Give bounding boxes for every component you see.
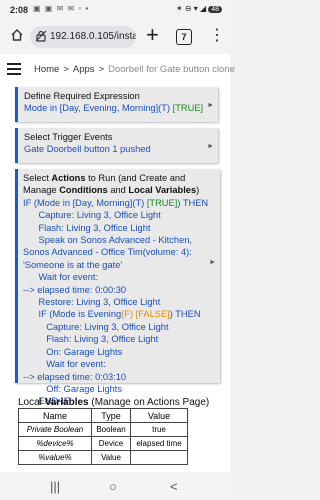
card-title: Select Actions to Run (and Create and Man…: [23, 173, 200, 196]
caret-right-icon: ►: [209, 259, 216, 266]
trigger-value: Gate Doorbell button 1 pushed: [24, 144, 151, 155]
tab-switcher-button[interactable]: 7: [176, 29, 192, 45]
back-button[interactable]: <: [170, 479, 178, 494]
local-variables-heading: Local Variables (Manage on Actions Page): [18, 397, 210, 408]
system-icons: ✶ ⊖ ▾ ◢ 48: [176, 4, 222, 13]
actions-list: IF (Mode in [Day, Morning](T) [TRUE]) TH…: [23, 197, 209, 407]
breadcrumb-current: Doorbell for Gate button clone: [108, 64, 235, 75]
required-expression-card[interactable]: Define Required Expression Mode in [Day,…: [15, 87, 218, 122]
breadcrumb-apps[interactable]: Apps: [73, 64, 95, 75]
table-row: %device% Device elapsed time: [18, 436, 188, 451]
expression-value: Mode in [Day, Evening, Morning](T) [TRUE…: [24, 103, 204, 114]
table-row: Private Boolean Boolean true: [18, 422, 188, 437]
battery-icon: 48: [208, 6, 222, 13]
card-title: Define Required Expression: [24, 91, 140, 101]
breadcrumb: Home > Apps > Doorbell for Gate button clone: [34, 64, 235, 75]
browser-menu-button[interactable]: ⋮: [209, 28, 225, 44]
caret-right-icon: ►: [207, 102, 214, 109]
url-bar[interactable]: 192.168.0.105/installedap: [30, 26, 136, 48]
status-bar: 2:08 ▣ ▣ ✉ ✉ ▫ • ✶ ⊖ ▾ ◢ 48: [0, 0, 230, 20]
system-navbar: ||| ○ <: [0, 472, 230, 500]
card-title: Select Trigger Events: [24, 132, 113, 142]
actions-card[interactable]: Select Actions to Run (and Create and Man…: [15, 169, 220, 406]
home-icon[interactable]: [10, 28, 24, 42]
trigger-events-card[interactable]: Select Trigger Events Gate Doorbell butt…: [15, 128, 218, 163]
notification-icons: ▣ ▣ ✉ ✉ ▫ •: [33, 4, 90, 13]
app-header: Home > Apps > Doorbell for Gate button clone: [0, 54, 235, 86]
browser-toolbar: 192.168.0.105/installedap + 7 ⋮: [0, 20, 230, 54]
caret-right-icon: ►: [207, 143, 214, 150]
recents-button[interactable]: |||: [50, 479, 60, 494]
url-text: 192.168.0.105/installedap: [50, 31, 136, 42]
new-tab-button[interactable]: +: [146, 24, 159, 46]
table-row: %value% Value: [18, 450, 188, 465]
col-value: Value: [130, 408, 188, 423]
menu-icon[interactable]: [7, 63, 21, 78]
home-button[interactable]: ○: [109, 479, 117, 494]
main-content: Define Required Expression Mode in [Day,…: [0, 85, 230, 472]
col-type: Type: [91, 408, 131, 423]
table-header-row: Name Type Value: [18, 408, 188, 423]
local-variables-table: Name Type Value Private Boolean Boolean …: [18, 408, 188, 465]
col-name: Name: [18, 408, 92, 423]
clock: 2:08: [10, 5, 29, 15]
not-secure-icon[interactable]: [35, 30, 47, 42]
breadcrumb-home[interactable]: Home: [34, 64, 59, 75]
